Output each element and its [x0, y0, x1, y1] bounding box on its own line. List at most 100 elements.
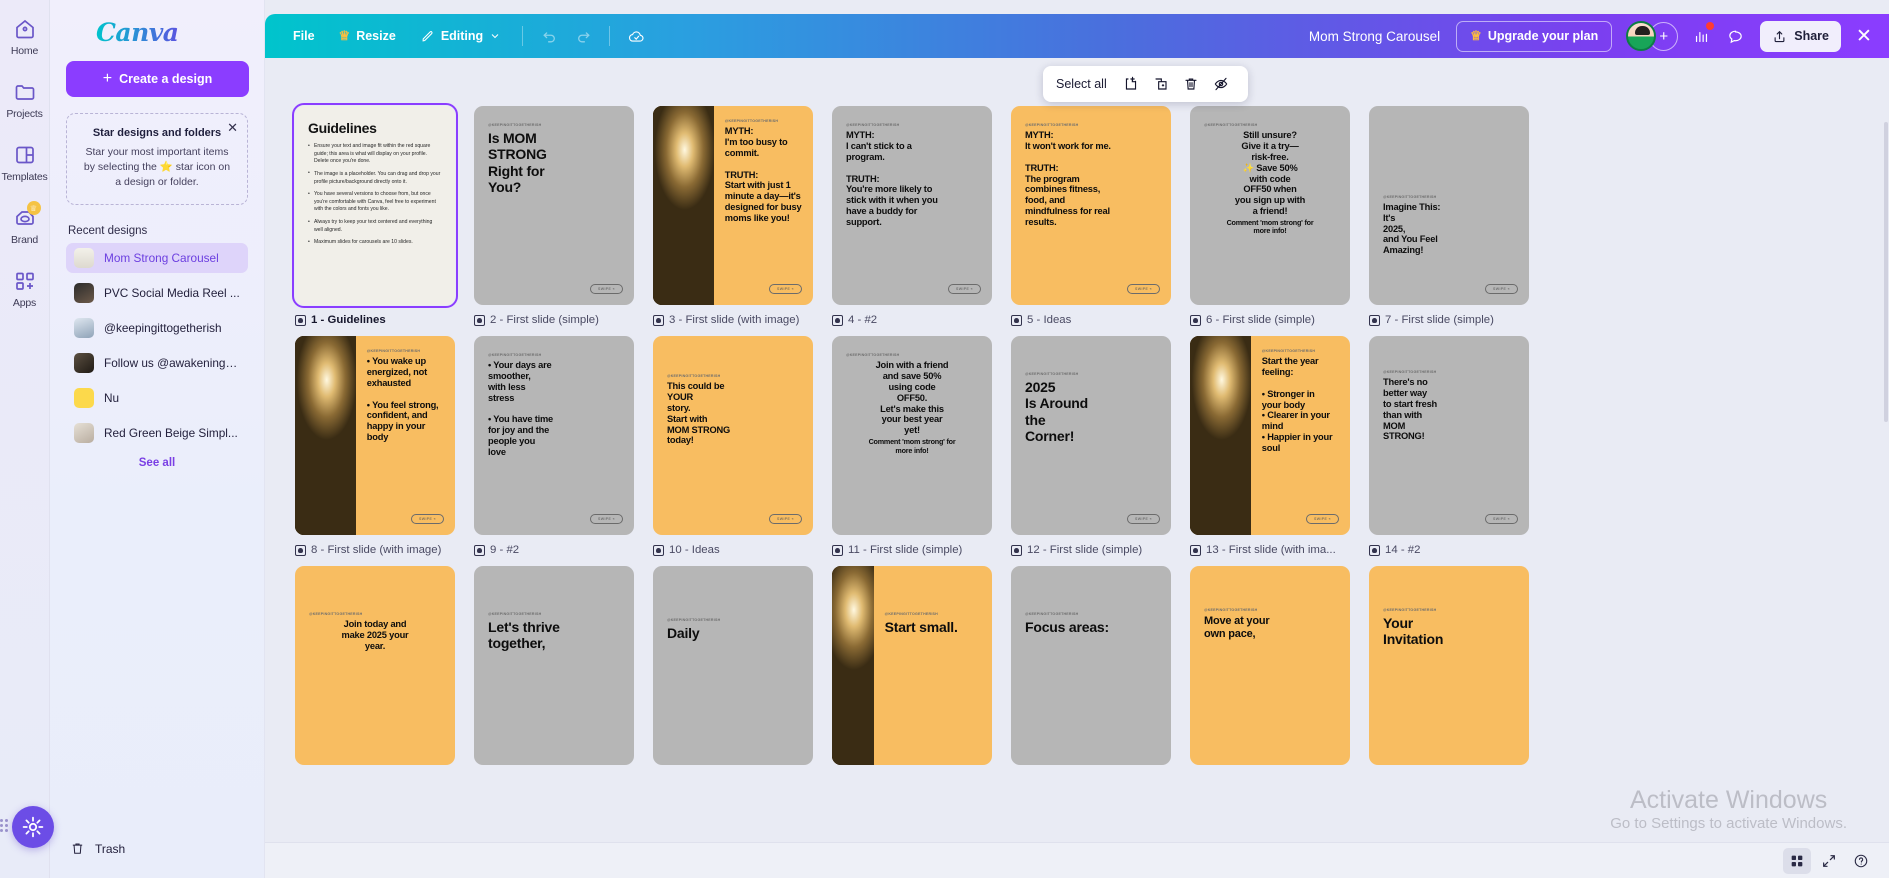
add-page-icon — [1123, 76, 1139, 92]
page-thumbnail[interactable]: @KEEPINGITTOGETHERISH Is MOM STRONG Righ… — [474, 106, 634, 305]
slide-handle: @KEEPINGITTOGETHERISH — [885, 612, 981, 616]
trash-icon — [70, 841, 85, 856]
page-caption[interactable]: 7 - First slide (simple) — [1369, 312, 1529, 328]
hide-page-button[interactable] — [1208, 71, 1235, 98]
pages-grid-scroll-area[interactable]: Guidelines Ensure your text and image fi… — [265, 58, 1889, 842]
slide-body: @KEEPINGITTOGETHERISH Focus areas: — [1011, 566, 1171, 765]
page-thumbnail[interactable]: @KEEPINGITTOGETHERISH MYTH: I can't stic… — [832, 106, 992, 305]
page-thumbnail[interactable]: @KEEPINGITTOGETHERISH Move at your own p… — [1190, 566, 1350, 765]
canva-ai-assistant-button[interactable] — [12, 806, 54, 848]
recent-design-item[interactable]: Follow us @awakenings... — [66, 348, 248, 378]
main-editor-area: File ♕ Resize Editing Mom Strong — [265, 0, 1889, 878]
slide-handle: @KEEPINGITTOGETHERISH — [1025, 612, 1157, 616]
recent-design-item[interactable]: @keepingittogetherish — [66, 313, 248, 343]
document-title[interactable]: Mom Strong Carousel — [1309, 29, 1440, 44]
rail-item-templates[interactable]: Templates — [0, 142, 50, 183]
rail-item-brand[interactable]: ♕ Brand — [0, 205, 50, 246]
see-all-designs-link[interactable]: See all — [66, 457, 248, 469]
page-caption[interactable]: 10 - Ideas — [653, 542, 813, 558]
close-icon[interactable]: ✕ — [1849, 21, 1879, 51]
delete-page-button[interactable] — [1178, 71, 1205, 98]
page-thumbnail[interactable]: @KEEPINGITTOGETHERISH MYTH: I'm too busy… — [653, 106, 813, 305]
page-thumbnail[interactable]: @KEEPINGITTOGETHERISH • Your days are sm… — [474, 336, 634, 535]
add-page-button[interactable] — [1118, 71, 1145, 98]
page-caption[interactable]: 5 - Ideas — [1011, 312, 1171, 328]
page-thumbnail[interactable]: @KEEPINGITTOGETHERISH Your Invitation — [1369, 566, 1529, 765]
recent-design-item[interactable]: Red Green Beige Simpl... — [66, 418, 248, 448]
cloud-save-status-button[interactable] — [621, 21, 651, 51]
page-thumbnail[interactable]: @KEEPINGITTOGETHERISH Still unsure? Give… — [1190, 106, 1350, 305]
page-caption[interactable]: 11 - First slide (simple) — [832, 542, 992, 558]
comments-button[interactable] — [1720, 21, 1750, 51]
page-thumbnail[interactable]: @KEEPINGITTOGETHERISH Imagine This: It's… — [1369, 106, 1529, 305]
page-thumbnail[interactable]: @KEEPINGITTOGETHERISH Start small. — [832, 566, 992, 765]
slide-body: @KEEPINGITTOGETHERISH • You wake up ener… — [356, 336, 455, 535]
page-badge-icon — [1190, 545, 1201, 556]
canva-logo[interactable]: Canva — [96, 18, 248, 47]
duplicate-page-button[interactable] — [1148, 71, 1175, 98]
swipe-badge: SWIPE « — [590, 514, 623, 524]
page-caption-label: 8 - First slide (with image) — [311, 544, 441, 556]
redo-icon — [575, 28, 592, 45]
editing-mode-button[interactable]: Editing — [410, 21, 511, 51]
slide-text: Join today and make 2025 your year. — [309, 619, 441, 652]
recent-design-item[interactable]: PVC Social Media Reel ... — [66, 278, 248, 308]
select-all-button[interactable]: Select all — [1056, 77, 1107, 91]
rail-item-projects[interactable]: Projects — [0, 79, 50, 120]
recent-design-item[interactable]: Nu — [66, 383, 248, 413]
trash-button[interactable]: Trash — [70, 841, 125, 856]
page-caption[interactable]: 9 - #2 — [474, 542, 634, 558]
page-thumbnail[interactable]: @KEEPINGITTOGETHERISH Start the year fee… — [1190, 336, 1350, 535]
page-thumbnail[interactable]: @KEEPINGITTOGETHERISH Let's thrive toget… — [474, 566, 634, 765]
page-thumbnail[interactable]: @KEEPINGITTOGETHERISH There's no better … — [1369, 336, 1529, 535]
page-thumbnail[interactable]: @KEEPINGITTOGETHERISH Join today and mak… — [295, 566, 455, 765]
page-caption[interactable]: 1 - Guidelines — [295, 312, 455, 328]
drag-grip-handle[interactable] — [0, 819, 12, 832]
recent-design-label: Mom Strong Carousel — [104, 251, 219, 265]
design-thumbnail — [74, 353, 94, 373]
redo-button[interactable] — [568, 21, 598, 51]
page-cell: @KEEPINGITTOGETHERISH Imagine This: It's… — [1369, 106, 1529, 328]
page-thumbnail[interactable]: @KEEPINGITTOGETHERISH Focus areas: — [1011, 566, 1171, 765]
page-thumbnail[interactable]: @KEEPINGITTOGETHERISH This could be YOUR… — [653, 336, 813, 535]
grid-view-button[interactable] — [1783, 848, 1811, 874]
page-caption[interactable]: 14 - #2 — [1369, 542, 1529, 558]
page-thumbnail[interactable]: @KEEPINGITTOGETHERISH 2025 Is Around the… — [1011, 336, 1171, 535]
slide-text: MYTH: It won't work for me. TRUTH: The p… — [1025, 130, 1157, 228]
side-panel: Canva + Create a design ✕ Star designs a… — [50, 0, 265, 878]
recent-design-item[interactable]: Mom Strong Carousel — [66, 243, 248, 273]
page-caption[interactable]: 4 - #2 — [832, 312, 992, 328]
page-caption[interactable]: 3 - First slide (with image) — [653, 312, 813, 328]
editor-footer — [265, 842, 1889, 878]
page-caption-label: 3 - First slide (with image) — [669, 314, 799, 326]
page-caption-label: 4 - #2 — [848, 314, 877, 326]
avatar[interactable] — [1626, 21, 1656, 51]
rail-item-apps[interactable]: Apps — [0, 268, 50, 309]
share-label: Share — [1794, 29, 1829, 43]
page-thumbnail[interactable]: Guidelines Ensure your text and image fi… — [295, 106, 455, 305]
fullscreen-button[interactable] — [1815, 848, 1843, 874]
analytics-button[interactable] — [1686, 21, 1716, 51]
page-thumbnail[interactable]: @KEEPINGITTOGETHERISH Daily — [653, 566, 813, 765]
vertical-scrollbar[interactable] — [1884, 122, 1888, 422]
page-caption[interactable]: 8 - First slide (with image) — [295, 542, 455, 558]
page-caption[interactable]: 12 - First slide (simple) — [1011, 542, 1171, 558]
upgrade-plan-button[interactable]: ♕ Upgrade your plan — [1456, 21, 1612, 52]
undo-button[interactable] — [534, 21, 564, 51]
swipe-badge: SWIPE « — [411, 514, 444, 524]
collaborators-group: + — [1626, 21, 1678, 51]
slide-handle: @KEEPINGITTOGETHERISH — [1383, 608, 1515, 612]
close-icon[interactable]: ✕ — [227, 121, 238, 134]
page-thumbnail[interactable]: @KEEPINGITTOGETHERISH MYTH: It won't wor… — [1011, 106, 1171, 305]
page-caption[interactable]: 6 - First slide (simple) — [1190, 312, 1350, 328]
page-caption[interactable]: 2 - First slide (simple) — [474, 312, 634, 328]
share-button[interactable]: Share — [1760, 21, 1841, 52]
page-thumbnail[interactable]: @KEEPINGITTOGETHERISH Join with a friend… — [832, 336, 992, 535]
file-menu-button[interactable]: File — [283, 21, 325, 51]
page-caption[interactable]: 13 - First slide (with ima... — [1190, 542, 1350, 558]
page-thumbnail[interactable]: @KEEPINGITTOGETHERISH • You wake up ener… — [295, 336, 455, 535]
help-button[interactable] — [1847, 848, 1875, 874]
create-a-design-button[interactable]: + Create a design — [66, 61, 249, 97]
resize-button[interactable]: ♕ Resize — [329, 21, 406, 51]
rail-item-home[interactable]: Home — [0, 16, 50, 57]
